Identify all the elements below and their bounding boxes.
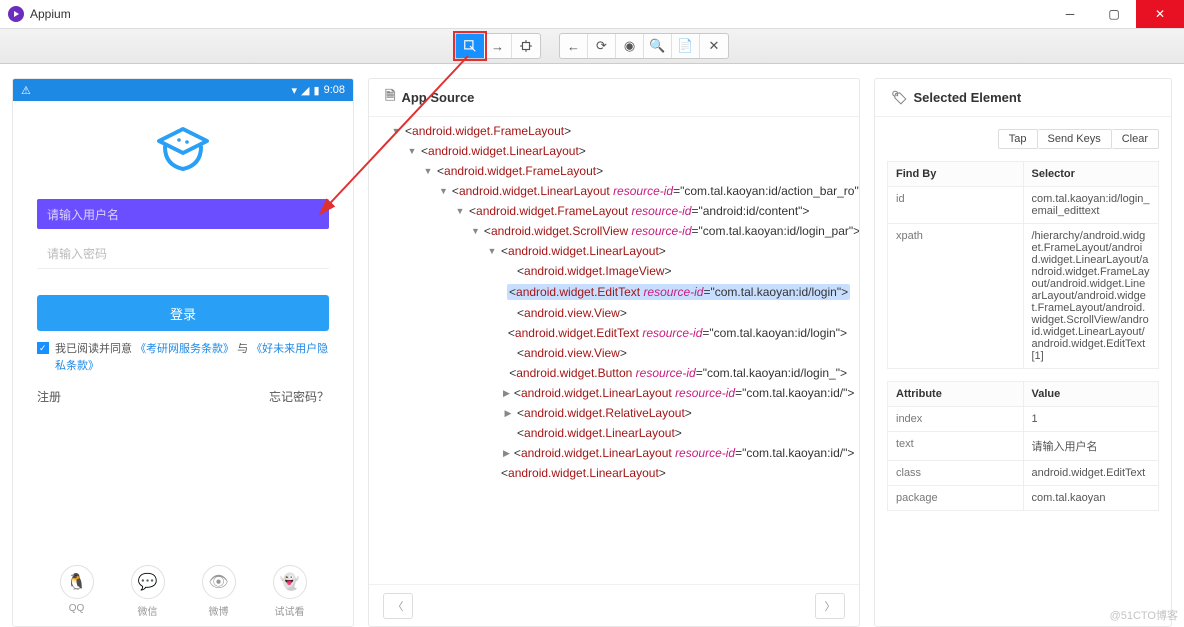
tap-button[interactable]: Tap [998,129,1038,149]
tree-node[interactable]: <android.view.View> [373,303,847,323]
selected-panel: 🏷 Selected Element Tap Send Keys Clear F… [874,78,1172,627]
document-icon: 🗎 [385,87,395,109]
toolbar: → ← ⟳ ◉ 🔍 📄 ✕ [0,28,1184,64]
tree-node[interactable]: <android.widget.EditText resource-id="co… [373,281,847,303]
select-element-button[interactable] [456,34,484,58]
tap-coords-button[interactable] [512,34,540,58]
source-next-button[interactable]: 〉 [815,593,845,619]
search-button[interactable]: 🔍 [644,34,672,58]
phone-status-bar: ⚠ ▾ ◢ ▮ 9:08 [13,79,353,101]
app-source-panel: 🗎 App Source ▼<android.widget.FrameLayou… [368,78,860,627]
tree-node[interactable]: <android.view.View> [373,343,847,363]
tree-node[interactable]: <android.widget.ImageView> [373,261,847,281]
selected-heading: 🏷 Selected Element [875,79,1171,117]
battery-icon: ▮ [314,84,320,97]
refresh-button[interactable]: ⟳ [588,34,616,58]
tree-node[interactable]: ▶<android.widget.LinearLayout resource-i… [373,383,847,403]
swipe-button[interactable]: → [484,34,512,58]
source-nav: 〈 〉 [369,584,859,626]
window-title: Appium [30,7,71,21]
clear-button[interactable]: Clear [1112,129,1159,149]
try-icon: 👻 [273,565,307,599]
app-icon [8,6,24,22]
tree-node[interactable]: ▼<android.widget.FrameLayout> [373,121,847,141]
tree-node[interactable]: ▼<android.widget.LinearLayout> [373,141,847,161]
weibo-icon: 👁 [202,565,236,599]
close-button[interactable]: ✕ [1136,0,1184,28]
social-row: 🐧QQ 💬微信 👁微博 👻试试看 [37,557,329,618]
source-tree[interactable]: ▼<android.widget.FrameLayout>▼<android.w… [369,117,859,584]
tree-node[interactable]: <android.widget.Button resource-id="com.… [373,363,847,383]
window-titlebar: Appium ─ ▢ ✕ [0,0,1184,28]
phone-body: 请输入用户名 请输入密码 登录 我已阅读并同意 《考研网服务条款》 与 《好未来… [13,101,353,626]
wifi-icon: ▾ [292,84,298,97]
tree-node[interactable]: ▼<android.widget.LinearLayout resource-i… [373,181,847,201]
agree-and: 与 [237,343,248,355]
device-preview: ⚠ ▾ ◢ ▮ 9:08 请输入用户名 请输入密码 登录 [12,78,354,627]
table-row: index1 [888,407,1159,432]
copy-xml-button[interactable]: 📄 [672,34,700,58]
signal-icon: ◢ [301,84,309,97]
tree-node[interactable]: ▼<android.widget.ScrollView resource-id=… [373,221,847,241]
status-time: 9:08 [324,84,345,96]
action-buttons: Tap Send Keys Clear [887,129,1159,149]
sendkeys-button[interactable]: Send Keys [1038,129,1112,149]
table-row: xpath/hierarchy/android.widget.FrameLayo… [888,224,1159,369]
tree-node[interactable]: ▼<android.widget.FrameLayout resource-id… [373,201,847,221]
username-field[interactable]: 请输入用户名 [37,199,329,229]
toolbar-group-actions: ← ⟳ ◉ 🔍 📄 ✕ [559,33,729,59]
app-source-heading: 🗎 App Source [369,79,859,117]
watermark: @51CTO博客 [1110,607,1178,623]
agree-row: 我已阅读并同意 《考研网服务条款》 与 《好未来用户隐私条款》 [37,341,329,374]
table-row: packagecom.tal.kaoyan [888,486,1159,511]
social-try[interactable]: 👻试试看 [273,565,307,618]
tree-node[interactable]: ▼<android.widget.FrameLayout> [373,161,847,181]
agree-prefix: 我已阅读并同意 [55,343,132,355]
back-button[interactable]: ← [560,34,588,58]
findby-table: Find BySelector idcom.tal.kaoyan:id/logi… [887,161,1159,369]
toolbar-group-mode: → [455,33,541,59]
source-prev-button[interactable]: 〈 [383,593,413,619]
workspace: ⚠ ▾ ◢ ▮ 9:08 请输入用户名 请输入密码 登录 [0,64,1184,627]
window-controls: ─ ▢ ✕ [1048,0,1184,28]
password-field[interactable]: 请输入密码 [37,239,329,269]
alert-icon: ⚠ [21,84,31,97]
tree-node[interactable]: ▶<android.widget.LinearLayout resource-i… [373,443,847,463]
quit-button[interactable]: ✕ [700,34,728,58]
qq-icon: 🐧 [60,565,94,599]
table-row: classandroid.widget.EditText [888,461,1159,486]
social-wechat[interactable]: 💬微信 [131,565,165,618]
attr-table: AttributeValue index1text请输入用户名classandr… [887,381,1159,511]
tree-node[interactable]: <android.widget.LinearLayout> [373,423,847,443]
tag-icon: 🏷 [891,90,908,106]
app-logo-icon [153,125,213,177]
record-button[interactable]: ◉ [616,34,644,58]
forgot-link[interactable]: 忘记密码？ [269,388,329,405]
social-qq[interactable]: 🐧QQ [60,565,94,618]
terms-link-1[interactable]: 《考研网服务条款》 [135,343,234,355]
social-weibo[interactable]: 👁微博 [202,565,236,618]
maximize-button[interactable]: ▢ [1092,0,1136,28]
login-button[interactable]: 登录 [37,295,329,331]
minimize-button[interactable]: ─ [1048,0,1092,28]
tree-node[interactable]: ▼<android.widget.LinearLayout> [373,241,847,261]
tree-node[interactable]: <android.widget.EditText resource-id="co… [373,323,847,343]
table-row: idcom.tal.kaoyan:id/login_email_edittext [888,187,1159,224]
tree-node[interactable]: <android.widget.LinearLayout> [373,463,847,483]
tree-node[interactable]: ▶<android.widget.RelativeLayout> [373,403,847,423]
table-row: text请输入用户名 [888,432,1159,461]
register-link[interactable]: 注册 [37,388,61,405]
wechat-icon: 💬 [131,565,165,599]
agree-checkbox[interactable] [37,342,49,354]
